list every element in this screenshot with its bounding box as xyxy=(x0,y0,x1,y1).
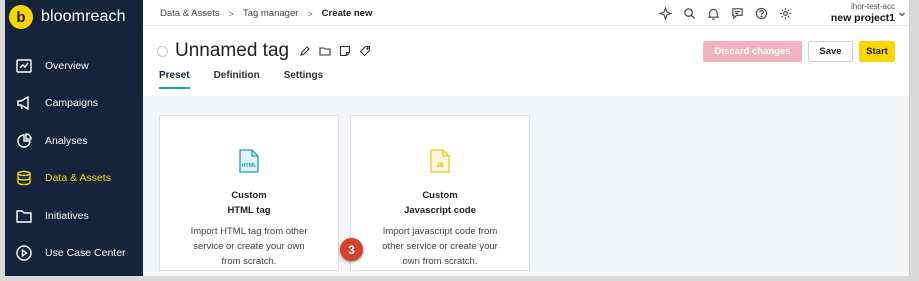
app-window: b bloomreach Overview Campaigns Analyses… xyxy=(5,0,910,276)
page-title[interactable]: Unnamed tag xyxy=(175,40,289,62)
top-icons xyxy=(653,5,797,21)
play-circle-icon xyxy=(13,243,35,263)
js-file-icon: JS xyxy=(430,149,450,173)
search-icon[interactable] xyxy=(677,5,701,21)
megaphone-icon xyxy=(13,93,35,113)
sidebar-item-campaigns[interactable]: Campaigns xyxy=(5,85,143,123)
step-badge: 3 xyxy=(340,238,363,261)
account-user: ihor-test-acc xyxy=(850,2,895,11)
main-content: HTML Custom HTML tag Import HTML tag fro… xyxy=(143,96,909,276)
html-file-icon: HTML xyxy=(239,149,259,173)
top-bar: Data & Assets > Tag manager > Create new xyxy=(143,0,909,26)
card-title-line: Custom xyxy=(231,190,267,201)
sidebar-item-label: Initiatives xyxy=(45,209,89,222)
screenshot-frame: b bloomreach Overview Campaigns Analyses… xyxy=(0,0,919,281)
card-description-line: Import HTML tag from other xyxy=(190,226,308,237)
preset-card-javascript[interactable]: JS Custom Javascript code Import javascr… xyxy=(350,115,530,271)
breadcrumb: Data & Assets > Tag manager > Create new xyxy=(160,8,372,19)
folder-icon[interactable] xyxy=(315,43,335,59)
database-icon xyxy=(13,168,35,188)
card-title-line: Javascript code xyxy=(404,205,476,216)
gear-icon[interactable] xyxy=(773,5,797,21)
tab-settings[interactable]: Settings xyxy=(284,70,323,89)
bloomreach-logo-icon: b xyxy=(9,5,33,29)
sidebar-item-label: Data & Assets xyxy=(45,172,111,185)
note-icon[interactable] xyxy=(335,43,355,59)
sidebar-item-label: Campaigns xyxy=(45,97,99,110)
sidebar: b bloomreach Overview Campaigns Analyses… xyxy=(5,0,143,276)
folder-icon xyxy=(13,206,35,226)
breadcrumb-separator: > xyxy=(307,8,313,19)
page-header: Unnamed tag Preset Definition Settings D… xyxy=(143,26,909,96)
sidebar-item-label: Analyses xyxy=(45,134,88,147)
title-row: Unnamed tag xyxy=(157,40,375,62)
sidebar-item-label: Overview xyxy=(45,59,89,72)
chat-icon[interactable] xyxy=(725,5,749,21)
title-tools xyxy=(295,43,375,59)
sidebar-item-analyses[interactable]: Analyses xyxy=(5,122,143,160)
sidebar-item-data-assets[interactable]: Data & Assets xyxy=(5,160,143,198)
status-dot-icon xyxy=(157,45,168,57)
preset-card-html[interactable]: HTML Custom HTML tag Import HTML tag fro… xyxy=(159,115,339,271)
account-project: new project1 xyxy=(830,12,895,24)
card-title: Custom HTML tag xyxy=(160,188,338,218)
sidebar-item-use-case-center[interactable]: Use Case Center xyxy=(5,235,143,273)
breadcrumb-item-tag-manager[interactable]: Tag manager xyxy=(243,8,298,19)
start-button[interactable]: Start xyxy=(859,41,895,62)
pie-chart-icon xyxy=(13,131,35,151)
chart-board-icon xyxy=(13,56,35,76)
header-actions: Discard changes Save Start xyxy=(697,41,895,62)
html-file-icon-label: HTML xyxy=(241,163,257,169)
sidebar-item-label: Use Case Center xyxy=(45,247,126,260)
card-description: Import javascript code from other servic… xyxy=(363,224,517,269)
breadcrumb-item-data-assets[interactable]: Data & Assets xyxy=(160,8,220,19)
pencil-icon[interactable] xyxy=(295,43,315,59)
save-button[interactable]: Save xyxy=(808,41,853,62)
sidebar-nav: Overview Campaigns Analyses Data & Asset… xyxy=(5,47,143,272)
js-file-icon-label: JS xyxy=(436,163,443,169)
tabs: Preset Definition Settings xyxy=(159,70,347,89)
brand[interactable]: b bloomreach xyxy=(9,5,126,29)
sidebar-item-initiatives[interactable]: Initiatives xyxy=(5,197,143,235)
tab-definition[interactable]: Definition xyxy=(214,70,260,89)
card-description-line: from scratch. xyxy=(221,256,277,267)
chevron-down-icon[interactable] xyxy=(898,10,906,18)
card-description-line: other service or create your xyxy=(382,241,498,252)
tab-preset[interactable]: Preset xyxy=(159,70,190,89)
card-description-line: service or create your own xyxy=(193,241,305,252)
card-title: Custom Javascript code xyxy=(351,188,529,218)
card-description-line: own from scratch. xyxy=(402,256,478,267)
tag-icon[interactable] xyxy=(355,43,375,59)
card-title-line: HTML tag xyxy=(227,205,271,216)
help-icon[interactable] xyxy=(749,5,773,21)
discard-changes-button[interactable]: Discard changes xyxy=(703,41,802,62)
card-title-line: Custom xyxy=(422,190,458,201)
account-switcher[interactable]: ihor-test-acc new project1 xyxy=(831,2,895,24)
breadcrumb-separator: > xyxy=(228,8,234,19)
card-description-line: Import javascript code from xyxy=(382,226,498,237)
brand-name: bloomreach xyxy=(41,8,126,25)
breadcrumb-current: Create new xyxy=(321,8,373,19)
sidebar-item-overview[interactable]: Overview xyxy=(5,47,143,85)
sparkle-icon[interactable] xyxy=(653,5,677,21)
bell-icon[interactable] xyxy=(701,5,725,21)
card-description: Import HTML tag from other service or cr… xyxy=(172,224,326,269)
